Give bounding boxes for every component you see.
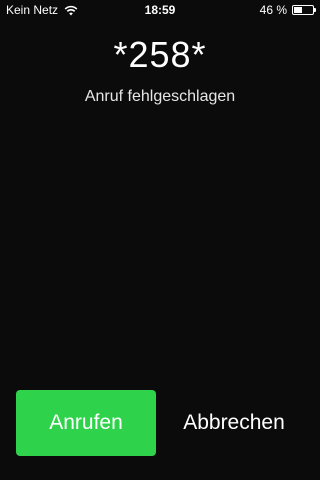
status-bar: Kein Netz 18:59 46 %: [0, 0, 320, 20]
cancel-button[interactable]: Abbrechen: [164, 390, 304, 456]
battery-fill: [294, 7, 302, 13]
dialed-number: *258*: [113, 34, 207, 75]
battery-icon: [292, 5, 316, 15]
battery-percentage: 46 %: [259, 3, 287, 17]
call-button[interactable]: Anrufen: [16, 390, 156, 456]
status-right: 46 %: [259, 0, 316, 20]
call-status-text: Anruf fehlgeschlagen: [84, 88, 236, 105]
call-failed-screen: Kein Netz 18:59 46 % *258* Anruf fehlges…: [0, 0, 320, 480]
